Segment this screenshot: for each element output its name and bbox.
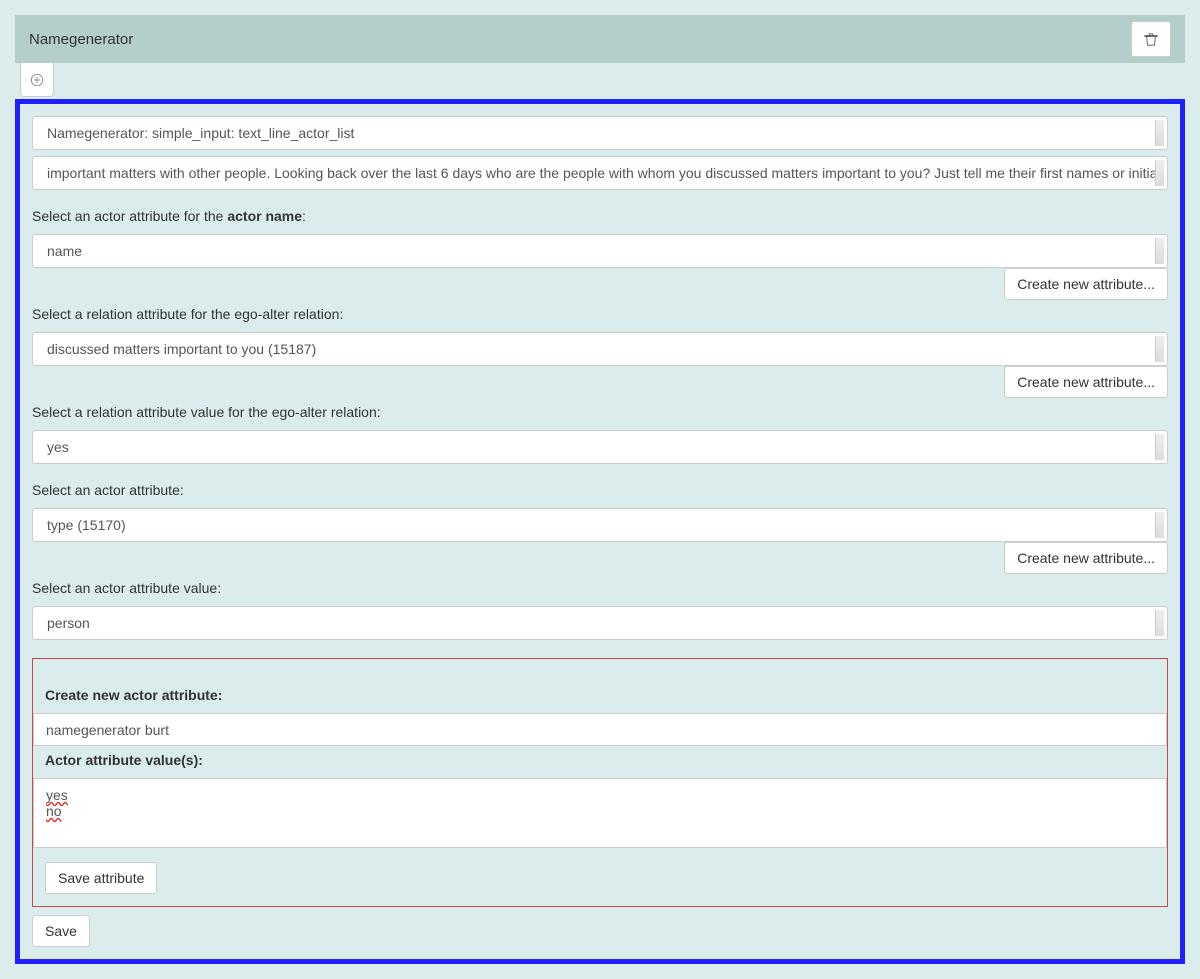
save-attribute-button[interactable]: Save attribute (45, 862, 157, 894)
panel-title: Namegenerator (29, 31, 133, 48)
relation-attribute-label: Select a relation attribute for the ego-… (32, 306, 1168, 322)
prompt-text-wrapper: important matters with other people. Loo… (32, 156, 1168, 190)
actor-attr-value-select[interactable]: person (32, 606, 1168, 640)
main-form-frame: Namegenerator: simple_input: text_line_a… (15, 99, 1185, 964)
actor-attr-value-label: Select an actor attribute value: (32, 580, 1168, 596)
textarea-line-2: no (46, 803, 62, 819)
generator-type-value: Namegenerator: simple_input: text_line_a… (47, 125, 354, 141)
create-attribute-button-3[interactable]: Create new attribute... (1004, 542, 1168, 574)
generator-type-select[interactable]: Namegenerator: simple_input: text_line_a… (32, 116, 1168, 150)
prompt-text-value: important matters with other people. Loo… (47, 165, 1157, 181)
create-attr-values-label: Actor attribute value(s): (45, 752, 1155, 768)
delete-button[interactable] (1131, 21, 1171, 57)
create-attribute-button-1[interactable]: Create new attribute... (1004, 268, 1168, 300)
create-attribute-button-2[interactable]: Create new attribute... (1004, 366, 1168, 398)
save-button[interactable]: Save (32, 915, 90, 947)
actor-attr-label: Select an actor attribute: (32, 482, 1168, 498)
textarea-line-1: yes (46, 787, 68, 803)
create-attribute-panel: Create new actor attribute: Actor attrib… (32, 658, 1168, 907)
relation-attribute-select[interactable]: discussed matters important to you (1518… (32, 332, 1168, 366)
create-attr-name-input[interactable] (33, 713, 1167, 746)
actor-name-select[interactable]: name (32, 234, 1168, 268)
create-attr-values-textarea[interactable]: yesno (33, 778, 1167, 848)
actor-name-label-suffix: : (302, 208, 306, 224)
actor-name-label: Select an actor attribute for the actor … (32, 208, 1168, 224)
relation-value-select[interactable]: yes (32, 430, 1168, 464)
relation-value-label: Select a relation attribute value for th… (32, 404, 1168, 420)
trash-icon (1144, 32, 1158, 46)
actor-name-value: name (47, 243, 82, 259)
actor-attr-select[interactable]: type (15170) (32, 508, 1168, 542)
generator-type-select-wrapper: Namegenerator: simple_input: text_line_a… (32, 116, 1168, 150)
actor-name-label-prefix: Select an actor attribute for the (32, 208, 227, 224)
prompt-text-input[interactable]: important matters with other people. Loo… (32, 156, 1168, 190)
relation-value-value: yes (47, 439, 69, 455)
actor-name-label-bold: actor name (227, 208, 302, 224)
panel-header: Namegenerator (15, 15, 1185, 63)
plus-circle-icon (30, 73, 44, 87)
create-attr-title: Create new actor attribute: (45, 687, 1155, 703)
relation-attribute-value: discussed matters important to you (1518… (47, 341, 316, 357)
tab-row (15, 63, 1185, 97)
add-tab-button[interactable] (20, 63, 54, 97)
actor-attr-value: type (15170) (47, 517, 126, 533)
actor-attr-value-value: person (47, 615, 90, 631)
